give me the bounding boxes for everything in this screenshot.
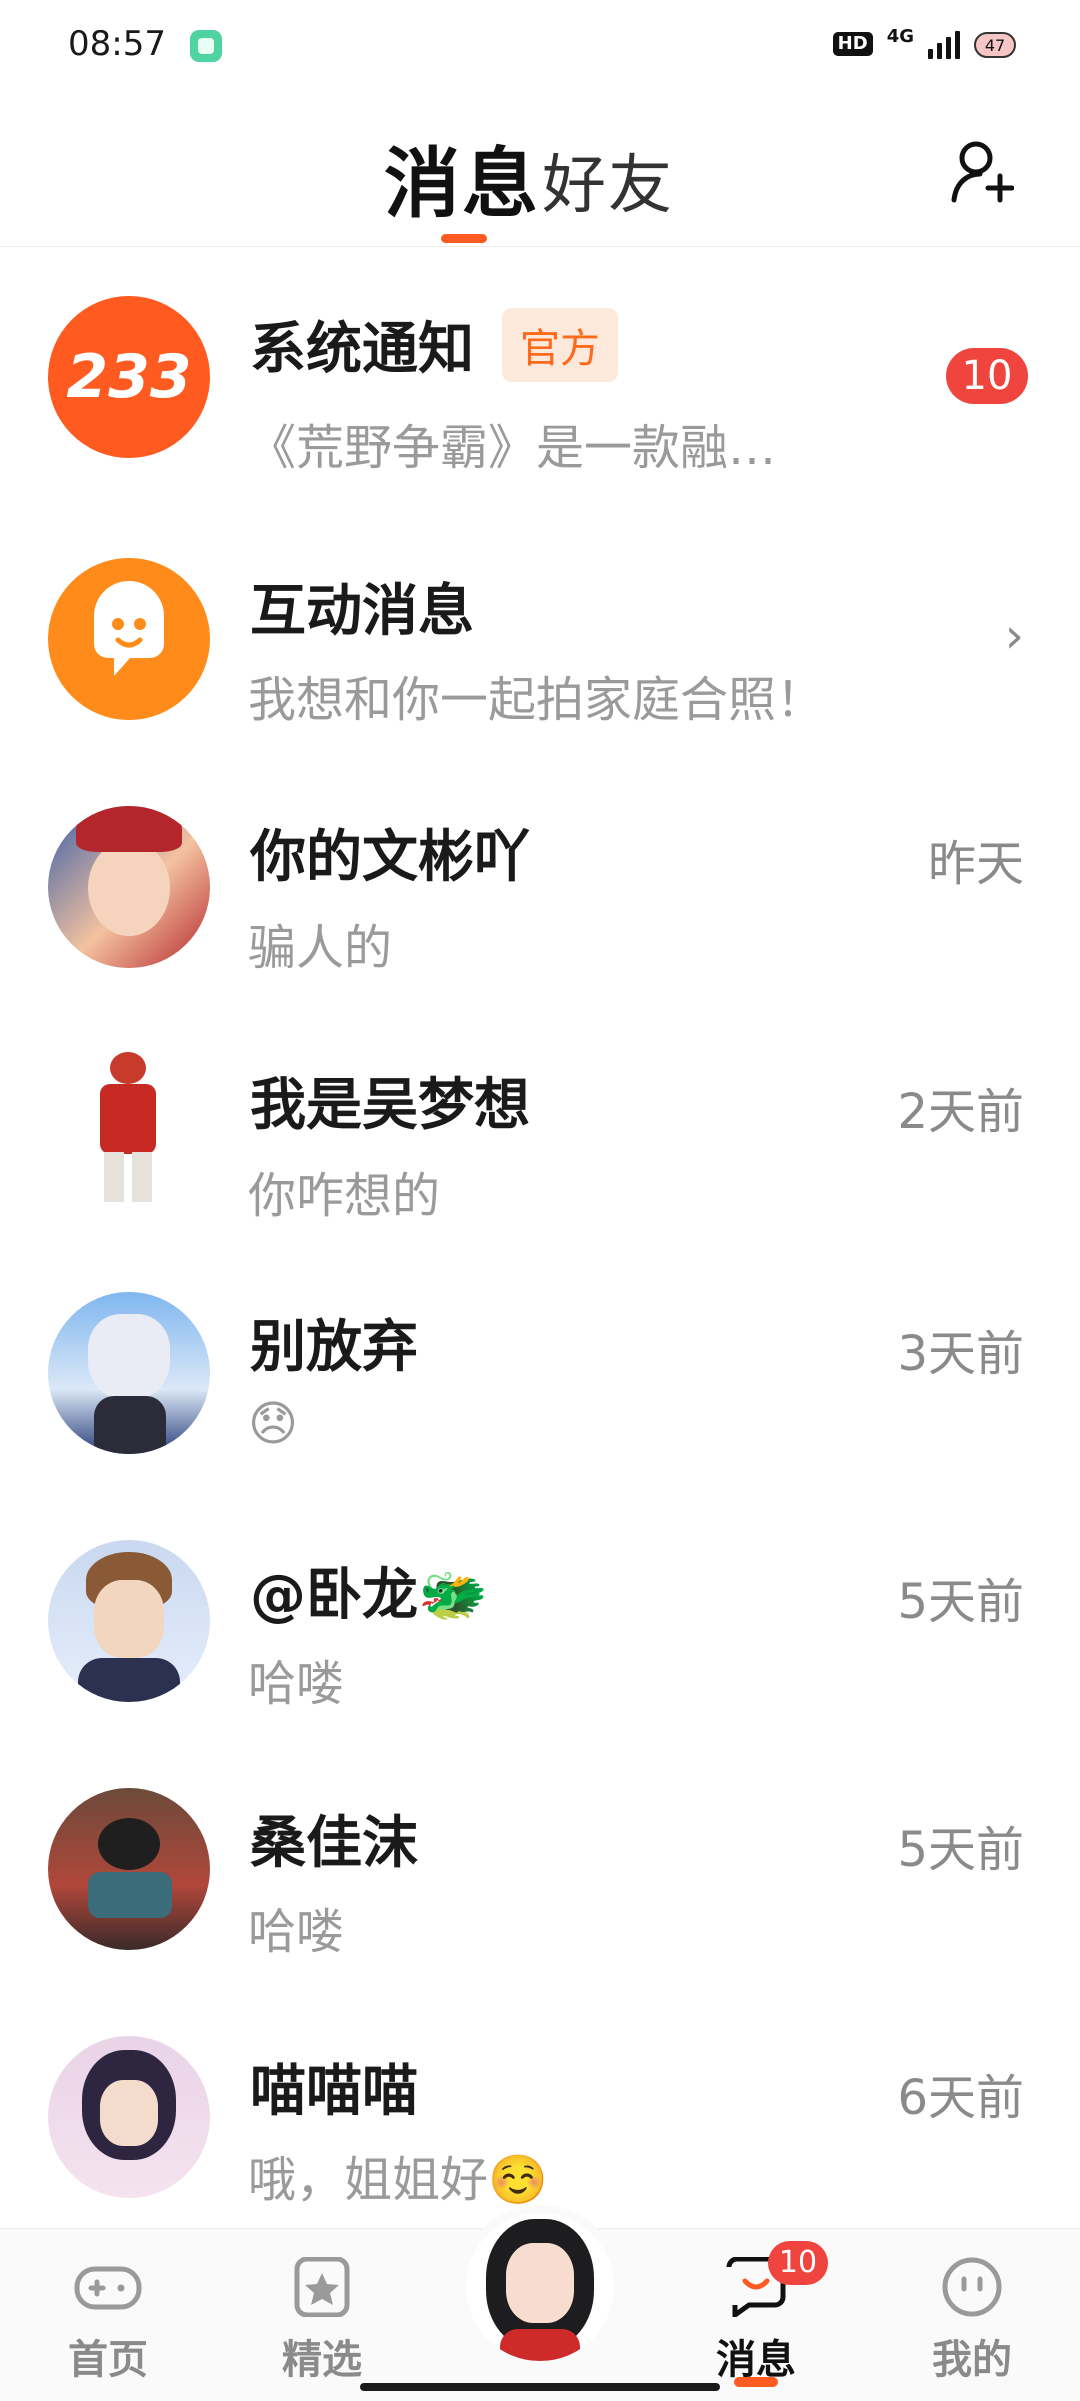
- conversation-name: 别放弃: [250, 1315, 418, 1380]
- tab-friends[interactable]: 好友: [542, 134, 674, 226]
- user-avatar: [48, 1788, 210, 1950]
- conversation-time: 3天前: [897, 1326, 1024, 1382]
- nav-featured-label: 精选: [282, 2337, 362, 2383]
- conversation-time: 5天前: [897, 1822, 1024, 1878]
- status-bar: 08:57 HD 4G 47: [0, 0, 1080, 96]
- conversation-row-system[interactable]: 233 系统通知 官方 《荒野争霸》是一款融… 10: [0, 248, 1080, 496]
- conversation-preview: 你咋想的: [248, 1168, 441, 1224]
- conversation-name: 系统通知: [250, 317, 474, 382]
- conversation-row[interactable]: 别放弃 😞 3天前: [0, 1240, 1080, 1488]
- nav-me[interactable]: 我的: [902, 2229, 1042, 2401]
- chat-bubble-icon: [94, 581, 164, 676]
- conversation-preview: 哦，姐姐好☺️: [248, 2152, 548, 2208]
- status-icons: HD 4G 47: [832, 25, 1020, 62]
- conversation-name: 我是吴梦想: [250, 1073, 530, 1138]
- nav-me-label: 我的: [932, 2337, 1012, 2383]
- nav-home-label: 首页: [68, 2337, 148, 2383]
- center-profile-avatar[interactable]: [466, 2213, 614, 2361]
- nav-messages-badge: 10: [768, 2241, 828, 2285]
- bottom-navigation: 首页 精选 10 消息 我的: [0, 2213, 1080, 2401]
- conversation-time: 5天前: [897, 1574, 1024, 1630]
- user-avatar: [48, 1540, 210, 1702]
- nav-home[interactable]: 首页: [38, 2229, 178, 2401]
- add-person-icon[interactable]: [950, 138, 1014, 204]
- gamepad-icon: [74, 2266, 142, 2310]
- conversation-preview: 哈喽: [248, 1656, 345, 1712]
- tab-messages[interactable]: 消息: [384, 122, 540, 232]
- conversation-preview: 骗人的: [248, 920, 393, 976]
- conversation-preview: 我想和你一起拍家庭合照！: [248, 672, 825, 728]
- official-badge: 官方: [502, 307, 618, 382]
- signal-icon: [928, 29, 960, 59]
- conversation-preview: 😞: [248, 1396, 299, 1452]
- conversation-preview: 《荒野争霸》是一款融…: [248, 420, 777, 476]
- system-avatar: 233: [48, 296, 210, 458]
- conversation-name: @卧龙🐲: [250, 1563, 488, 1628]
- conversation-row[interactable]: @卧龙🐲 哈喽 5天前: [0, 1488, 1080, 1736]
- conversation-row[interactable]: 喵喵喵 哦，姐姐好☺️ 6天前: [0, 1984, 1080, 2232]
- unread-count-badge: 10: [946, 348, 1028, 404]
- battery-level: 47: [984, 36, 1006, 55]
- conversation-time: 昨天: [927, 836, 1024, 892]
- conversation-name: 桑佳沫: [250, 1811, 418, 1876]
- conversation-row-interaction[interactable]: 互动消息 我想和你一起拍家庭合照！ ›: [0, 496, 1080, 744]
- active-tab-indicator: [441, 234, 487, 243]
- interaction-avatar: [48, 558, 210, 720]
- home-indicator[interactable]: [360, 2383, 720, 2391]
- network-type: 4G: [886, 25, 914, 47]
- user-avatar: [48, 806, 210, 968]
- conversation-preview: 哈喽: [248, 1904, 345, 1960]
- hd-icon: HD: [832, 32, 873, 56]
- battery-icon: 47: [974, 26, 1020, 62]
- app-notification-icon: [190, 30, 222, 62]
- user-avatar: [48, 1292, 210, 1454]
- conversation-row[interactable]: 桑佳沫 哈喽 5天前: [0, 1736, 1080, 1984]
- conversation-name: 互动消息: [250, 579, 474, 644]
- top-header: 消息 好友: [0, 96, 1080, 247]
- active-nav-indicator: [734, 2377, 778, 2387]
- conversation-name: 喵喵喵: [250, 2059, 418, 2124]
- conversation-list: 233 系统通知 官方 《荒野争霸》是一款融… 10 互动消息 我想和你一起拍家…: [0, 248, 1080, 2232]
- nav-messages[interactable]: 10 消息: [686, 2229, 828, 2401]
- chevron-right-icon: ›: [1004, 608, 1024, 664]
- conversation-row[interactable]: 我是吴梦想 你咋想的 2天前: [0, 992, 1080, 1240]
- face-icon: [942, 2257, 1002, 2317]
- conversation-row[interactable]: 你的文彬吖 骗人的 昨天: [0, 744, 1080, 992]
- star-box-icon: [294, 2257, 350, 2317]
- system-avatar-text: 233: [66, 342, 192, 412]
- conversation-name: 你的文彬吖: [250, 825, 530, 890]
- user-avatar: [48, 2036, 210, 2198]
- user-avatar: [48, 1048, 210, 1210]
- conversation-time: 2天前: [897, 1084, 1024, 1140]
- conversation-time: 6天前: [897, 2070, 1024, 2126]
- status-time: 08:57: [68, 24, 166, 64]
- nav-featured[interactable]: 精选: [252, 2229, 392, 2401]
